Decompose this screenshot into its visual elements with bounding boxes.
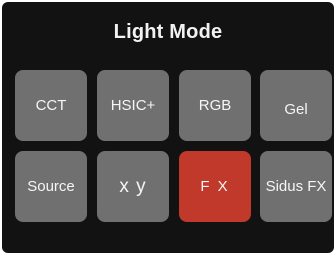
mode-button-label: x y [119, 175, 147, 197]
mode-button-label: F X [200, 178, 230, 195]
mode-button-label: CCT [35, 97, 67, 114]
mode-button-label: Sidus FX [265, 178, 327, 195]
mode-button-source[interactable]: Source [15, 151, 87, 222]
light-mode-screen: Light Mode CCT HSIC+ RGB Gel Source x y … [2, 2, 334, 253]
mode-button-gel[interactable]: Gel [260, 70, 332, 141]
mode-button-cct[interactable]: CCT [15, 70, 87, 141]
mode-button-label: Gel [284, 101, 308, 118]
mode-button-sidus-fx[interactable]: Sidus FX [260, 151, 332, 222]
page-title: Light Mode [113, 21, 223, 43]
mode-button-hsic[interactable]: HSIC+ [97, 70, 169, 141]
mode-button-rgb[interactable]: RGB [179, 70, 251, 141]
mode-button-label: Source [27, 178, 75, 195]
mode-button-label: RGB [198, 97, 232, 114]
mode-button-label: HSIC+ [110, 97, 156, 114]
mode-button-fx-selected[interactable]: F X [179, 151, 251, 222]
mode-button-xy[interactable]: x y [97, 151, 169, 222]
